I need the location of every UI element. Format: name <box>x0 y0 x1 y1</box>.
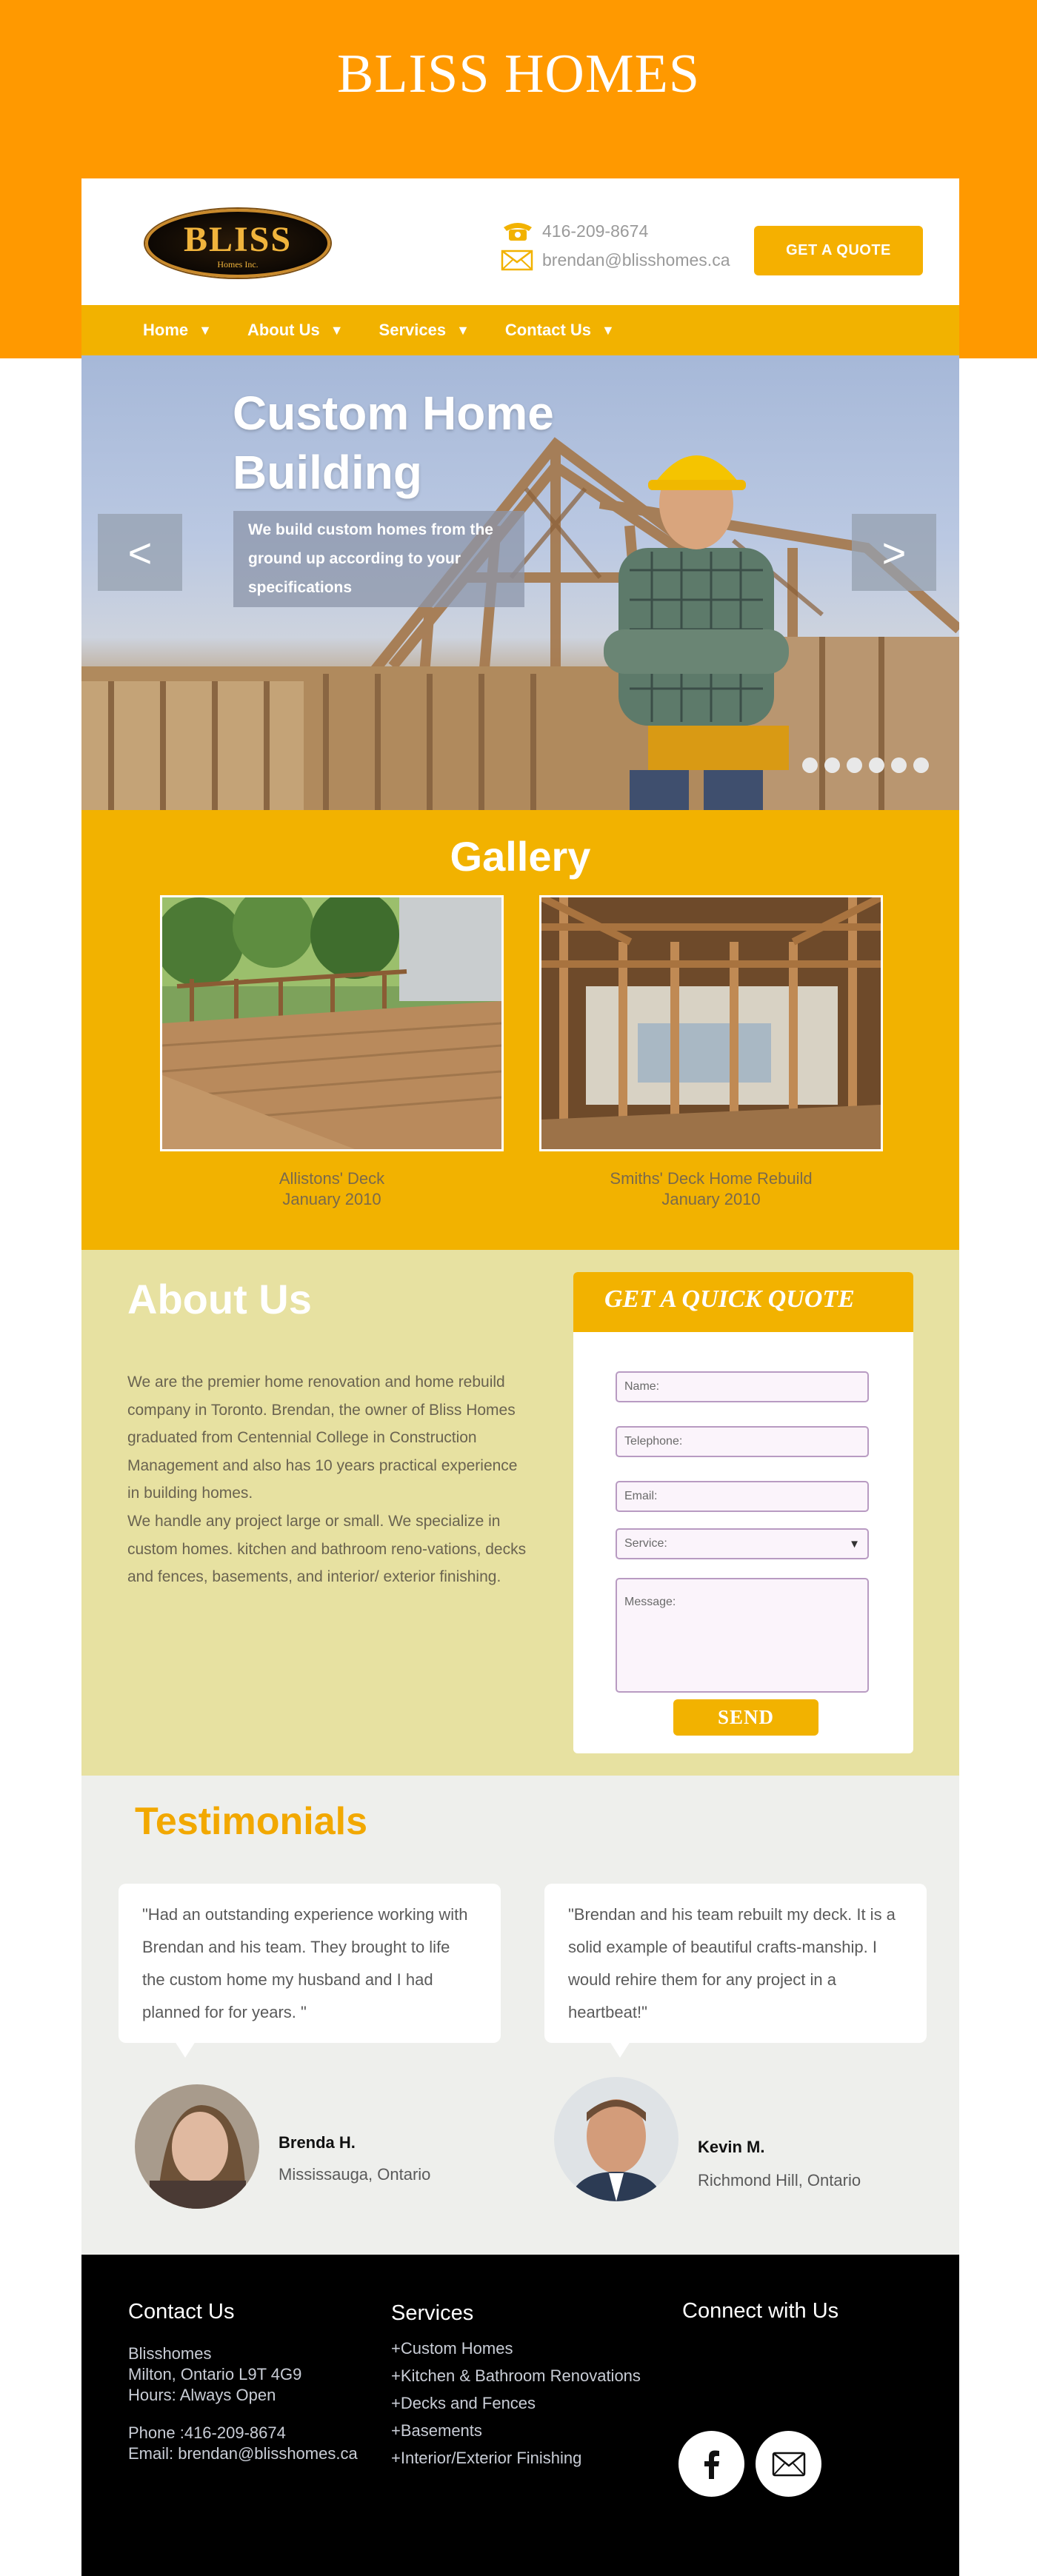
gallery-caption-date: January 2010 <box>282 1190 381 1208</box>
nav-item-label: Contact Us <box>504 321 592 339</box>
service-select[interactable]: Service: ▼ <box>616 1528 869 1559</box>
phone-icon <box>501 220 535 242</box>
slider-dot[interactable] <box>847 757 862 773</box>
footer-company: Blisshomes <box>128 2344 212 2363</box>
gallery-title: Gallery <box>450 833 591 880</box>
footer-service-link[interactable]: +Interior/Exterior Finishing <box>391 2449 581 2468</box>
footer-service-link[interactable]: +Custom Homes <box>391 2339 513 2358</box>
quick-quote-title: GET A QUICK QUOTE <box>573 1272 913 1332</box>
gallery-caption-title: Allistons' Deck <box>279 1169 385 1188</box>
header-email[interactable]: brendan@blisshomes.ca <box>501 249 730 271</box>
main-nav: Home ▼ About Us ▼ Services ▼ Contact Us … <box>81 305 959 355</box>
header-phone-text: 416-209-8674 <box>542 221 649 241</box>
header-phone[interactable]: 416-209-8674 <box>501 220 648 242</box>
gallery-caption-date: January 2010 <box>661 1190 761 1208</box>
gallery-photo-deck[interactable] <box>160 895 504 1151</box>
nav-item-label: Services <box>379 321 447 339</box>
nav-item-about-us[interactable]: About Us ▼ <box>247 321 344 340</box>
send-button[interactable]: SEND <box>673 1699 818 1736</box>
hero-title: Custom Home Building <box>233 387 554 499</box>
facebook-icon[interactable] <box>678 2431 744 2497</box>
hero-next-button[interactable]: > <box>852 514 936 591</box>
testimonial-bubble: "Had an outstanding experience working w… <box>119 1884 501 2058</box>
testimonial-quote: "Brendan and his team rebuilt my deck. I… <box>568 1905 896 2021</box>
avatar <box>135 2084 259 2209</box>
get-a-quote-button[interactable]: GET A QUOTE <box>754 226 923 275</box>
slider-dot[interactable] <box>802 757 818 773</box>
header-email-text: brendan@blisshomes.ca <box>542 250 730 270</box>
footer-address: Milton, Ontario L9T 4G9 <box>128 2365 302 2383</box>
footer-hours: Hours: Always Open <box>128 2386 276 2404</box>
chevron-down-icon: ▼ <box>849 1537 860 1550</box>
chevron-down-icon: ▼ <box>601 322 615 338</box>
site-title: BLISS HOMES <box>336 44 701 104</box>
chevron-down-icon: ▼ <box>330 322 344 338</box>
nav-item-services[interactable]: Services ▼ <box>379 321 470 340</box>
slider-dot[interactable] <box>891 757 907 773</box>
testimonial-location: Mississauga, Ontario <box>279 2165 431 2184</box>
nav-item-label: About Us <box>247 321 320 339</box>
slider-dot[interactable] <box>824 757 840 773</box>
gallery-caption: Smiths' Deck Home Rebuild January 2010 <box>539 1168 883 1210</box>
chevron-down-icon: ▼ <box>199 322 212 338</box>
footer-service-link[interactable]: +Decks and Fences <box>391 2394 536 2413</box>
footer-connect-title: Connect with Us <box>682 2299 839 2323</box>
slider-dot[interactable] <box>869 757 884 773</box>
footer-service-link[interactable]: +Kitchen & Bathroom Renovations <box>391 2366 641 2386</box>
footer-services-title: Services <box>391 2301 474 2325</box>
testimonial-name: Kevin M. <box>698 2138 765 2156</box>
email-field[interactable]: Email: <box>616 1481 869 1512</box>
testimonials-title: Testimonials <box>135 1800 368 1843</box>
slider-dot[interactable] <box>913 757 929 773</box>
hero-prev-button[interactable]: < <box>98 514 182 591</box>
service-select-label: Service: <box>624 1537 667 1550</box>
nav-item-label: Home <box>143 321 189 339</box>
about-paragraph: We are the premier home renovation and h… <box>127 1374 518 1502</box>
avatar <box>554 2077 678 2201</box>
testimonials-section: Testimonials "Had an outstanding experie… <box>81 1776 959 2255</box>
chevron-down-icon: ▼ <box>456 322 470 338</box>
footer-service-link[interactable]: +Basements <box>391 2421 482 2440</box>
nav-item-contact-us[interactable]: Contact Us ▼ <box>505 321 615 340</box>
footer-email[interactable]: Email: brendan@blisshomes.ca <box>128 2444 358 2463</box>
testimonial-location: Richmond Hill, Ontario <box>698 2171 861 2189</box>
about-section: About Us We are the premier home renovat… <box>81 1250 959 1776</box>
gallery-section: Gallery Allistons' Deck January 2010 Smi… <box>81 810 959 1250</box>
bubble-tail <box>610 2041 630 2058</box>
testimonial-quote: "Had an outstanding experience working w… <box>142 1905 468 2021</box>
name-field[interactable]: Name: <box>616 1371 869 1402</box>
hero-slider: Custom Home Building We build custom hom… <box>81 355 959 810</box>
header: BLISS Homes Inc. 416-209-8674 brendan@bl… <box>81 178 959 305</box>
quick-quote-form: GET A QUICK QUOTE Name: Telephone: Email… <box>573 1272 913 1753</box>
logo-subtext: Homes Inc. <box>217 259 259 270</box>
telephone-field[interactable]: Telephone: <box>616 1426 869 1457</box>
bubble-tail <box>175 2041 196 2058</box>
gallery-caption: Allistons' Deck January 2010 <box>160 1168 504 1210</box>
about-paragraph: We handle any project large or small. We… <box>127 1513 527 1585</box>
testimonial-name: Brenda H. <box>279 2133 356 2152</box>
footer-phone[interactable]: Phone :416-209-8674 <box>128 2423 286 2443</box>
about-title: About Us <box>127 1276 312 1322</box>
gallery-photo-rebuild[interactable] <box>539 895 883 1151</box>
slider-dots <box>802 757 936 773</box>
message-textarea[interactable]: Message: <box>616 1578 869 1693</box>
envelope-icon <box>501 249 535 271</box>
gallery-caption-title: Smiths' Deck Home Rebuild <box>610 1169 813 1188</box>
nav-item-home[interactable]: Home ▼ <box>143 321 212 340</box>
testimonial-bubble: "Brendan and his team rebuilt my deck. I… <box>544 1884 927 2058</box>
envelope-icon[interactable] <box>756 2431 821 2497</box>
logo-text: BLISS <box>183 220 293 259</box>
footer-contact-title: Contact Us <box>128 2300 235 2324</box>
page-container: BLISS Homes Inc. 416-209-8674 brendan@bl… <box>81 178 959 2576</box>
logo[interactable]: BLISS Homes Inc. <box>145 209 330 278</box>
hero-subtitle: We build custom homes from the ground up… <box>233 511 524 607</box>
